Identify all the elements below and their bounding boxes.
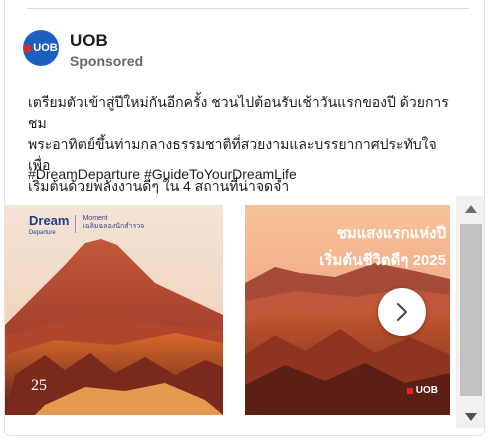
logo-mark-icon: [24, 44, 32, 52]
post-hashtags[interactable]: #DreamDeparture #GuideToYourDreamLife: [28, 166, 297, 182]
logo-main: Dream Departure: [29, 213, 70, 239]
scrollbar[interactable]: [456, 196, 484, 428]
scroll-up-button[interactable]: [456, 198, 484, 220]
uob-logo: UOB: [24, 42, 58, 54]
carousel-next-button[interactable]: [378, 288, 426, 336]
post-body-line: เตรียมตัวเข้าสู่ปีใหม่กันอีกครั้ง ชวนไปต…: [28, 94, 449, 131]
ad-card: UOB UOB Sponsored เตรียมตัวเข้าสู่ปีใหม่…: [4, 0, 485, 436]
triangle-up-icon: [464, 205, 477, 213]
scroll-down-button[interactable]: [456, 406, 484, 428]
logo-sub-text: Departure: [29, 230, 56, 236]
dream-departure-logo: Dream Departure Moment เฉลิมฉลองนักสำรวจ: [29, 213, 144, 239]
uob-logo: UOB: [406, 385, 438, 396]
slide-number: 25: [31, 377, 47, 394]
scrollbar-thumb[interactable]: [460, 224, 482, 396]
headline-line: ชมแสงแรกแห่งปี: [336, 225, 446, 242]
sponsored-label: Sponsored: [70, 53, 144, 69]
logo-mark-icon: [406, 387, 413, 394]
logo-main-text: Dream: [29, 213, 70, 228]
advertiser-avatar[interactable]: UOB: [23, 30, 59, 66]
triangle-down-icon: [464, 413, 477, 421]
advertiser-name[interactable]: UOB: [70, 31, 108, 51]
headline-line: เริ่มต้นชีวิตดีๆ 2025: [319, 252, 446, 269]
logo-side: Moment เฉลิมฉลองนักสำรวจ: [82, 215, 144, 231]
brand-text: UOB: [415, 385, 438, 396]
logo-side-line: เฉลิมฉลองนักสำรวจ: [82, 223, 145, 230]
avatar-label: UOB: [33, 42, 58, 54]
divider: [27, 8, 469, 9]
carousel-slide[interactable]: Dream Departure Moment เฉลิมฉลองนักสำรวจ…: [5, 205, 223, 415]
slide-headline: ชมแสงแรกแห่งปี เริ่มต้นชีวิตดีๆ 2025: [319, 221, 446, 272]
logo-side-line: Moment: [82, 215, 108, 222]
logo-divider: [75, 215, 77, 233]
chevron-right-icon: [397, 303, 407, 321]
